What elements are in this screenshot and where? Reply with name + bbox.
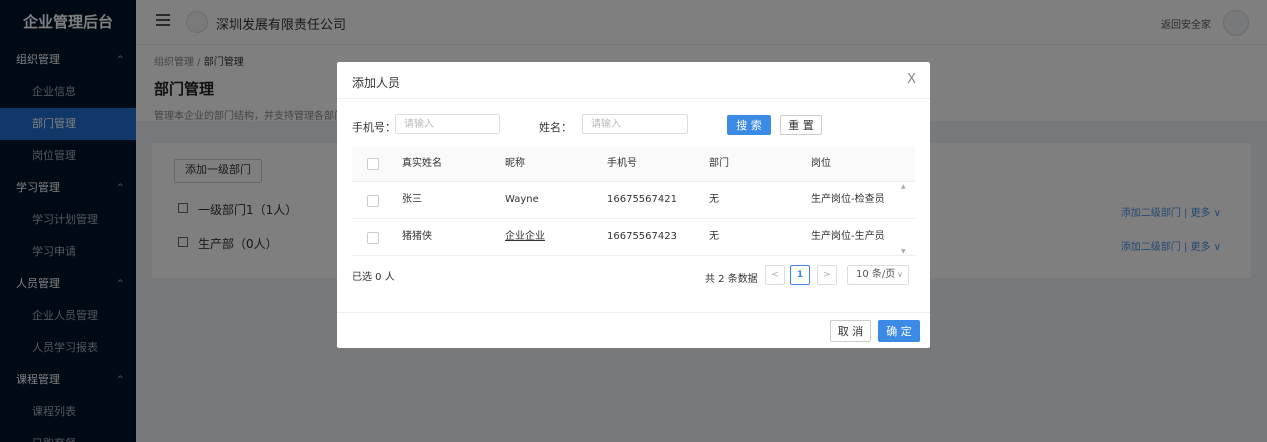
phone-label: 手机号：	[352, 121, 396, 134]
name-input[interactable]	[582, 114, 688, 134]
cell-phone: 16675567421	[607, 194, 677, 205]
next-page-button[interactable]: >	[817, 265, 837, 285]
row-checkbox[interactable]	[367, 232, 379, 244]
reset-button[interactable]: 重 置	[780, 115, 822, 135]
staff-table: 真实姓名 昵称 手机号 部门 岗位 张三 Wayne 16675567421 无…	[352, 147, 915, 256]
row-checkbox[interactable]	[367, 195, 379, 207]
page-size-value: 10 条/页	[856, 269, 896, 280]
chevron-down-icon: ∨	[897, 270, 903, 279]
page-1-button[interactable]: 1	[790, 265, 810, 285]
cell-nickname: 企业企业	[505, 231, 545, 242]
cell-post: 生产岗位-检查员	[811, 194, 885, 205]
column-header: 真实姓名	[402, 158, 442, 169]
cell-dept: 无	[709, 231, 719, 242]
column-header: 岗位	[811, 158, 831, 169]
scroll-up-icon[interactable]: ▲	[901, 183, 906, 190]
phone-input[interactable]	[395, 114, 500, 134]
total-count: 共 2 条数据	[705, 274, 758, 285]
scroll-down-icon[interactable]: ▼	[901, 248, 906, 255]
modal-title: 添加人员	[352, 76, 401, 90]
add-staff-modal: 添加人员 X 手机号： 姓名： 搜 索 重 置 真实姓名 昵称 手机号 部门 岗…	[337, 62, 930, 348]
cell-real-name: 猪猪侠	[402, 231, 432, 242]
search-button[interactable]: 搜 索	[727, 115, 771, 135]
prev-page-button[interactable]: <	[765, 265, 785, 285]
confirm-button[interactable]: 确 定	[878, 320, 920, 342]
column-header: 部门	[709, 158, 729, 169]
name-label: 姓名：	[539, 121, 572, 134]
table-row[interactable]: 猪猪侠 企业企业 16675567423 无 生产岗位-生产员	[352, 219, 915, 256]
cell-nickname: Wayne	[505, 194, 539, 205]
column-header: 昵称	[505, 158, 525, 169]
cell-post: 生产岗位-生产员	[811, 231, 885, 242]
table-header: 真实姓名 昵称 手机号 部门 岗位	[352, 147, 915, 182]
selected-count: 已选 0 人	[352, 272, 395, 283]
table-scrollbar[interactable]: ▲ ▼	[901, 183, 907, 255]
close-icon[interactable]: X	[907, 72, 916, 87]
cell-phone: 16675567423	[607, 231, 677, 242]
cell-real-name: 张三	[402, 194, 422, 205]
cancel-button[interactable]: 取 消	[830, 320, 871, 342]
column-header: 手机号	[607, 158, 637, 169]
page-size-select[interactable]: 10 条/页 ∨	[847, 265, 909, 285]
modal-header: 添加人员 X	[337, 62, 930, 99]
cell-dept: 无	[709, 194, 719, 205]
table-row[interactable]: 张三 Wayne 16675567421 无 生产岗位-检查员	[352, 182, 915, 219]
select-all-checkbox[interactable]	[367, 158, 379, 170]
